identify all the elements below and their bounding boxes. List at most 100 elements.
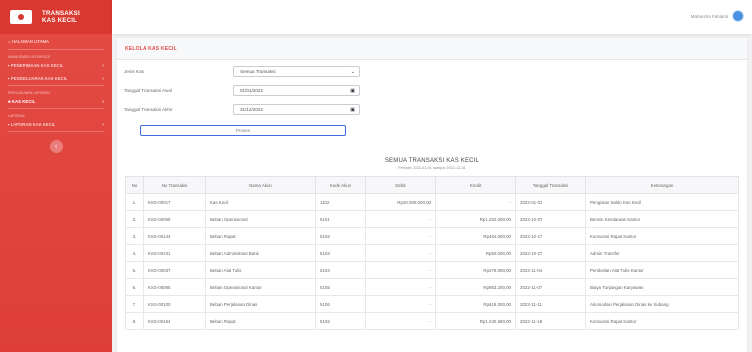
cell-debit: - xyxy=(365,210,436,228)
cell-kode-akun: 1102 xyxy=(315,193,366,211)
cell-debit: - xyxy=(365,312,436,330)
column-header[interactable]: Nama Akun xyxy=(205,176,316,194)
cell-no-transaksi: KSS-00059 xyxy=(143,210,206,228)
chevron-down-icon: ⌄ xyxy=(350,68,355,75)
cell-no-transaksi: KSS-00065 xyxy=(143,278,206,296)
start-date-value: 01/01/2022 xyxy=(240,88,263,93)
cell-debit: - xyxy=(365,261,436,279)
sidebar-item-kaskecil[interactable]: ■ KAS KECIL › xyxy=(0,95,112,108)
cell-nama-akun: Beban Rapat xyxy=(205,312,316,330)
cell-nama-akun: Beban Operasional Kantor xyxy=(205,278,316,296)
folder-icon: ■ xyxy=(8,99,11,104)
cell-kredit: Rp478.000,00 xyxy=(435,261,516,279)
cell-no: 2. xyxy=(125,210,144,228)
calendar-icon[interactable]: ▣ xyxy=(350,88,355,94)
cell-no: 5. xyxy=(125,261,144,279)
table-row: 6. KSS-00065 Beban Operasional Kantor 51… xyxy=(125,278,739,296)
column-header[interactable]: Kode Akun xyxy=(315,176,366,194)
sidebar-item-pengeluaran[interactable]: ▪ PENGELUARAN KAS KECIL › xyxy=(0,72,112,85)
column-header[interactable]: Keterangan xyxy=(585,176,739,194)
sidebar-heading: PENYUSUNAN LAPORAN xyxy=(8,91,50,95)
end-date-value: 31/12/2022 xyxy=(240,107,263,112)
table-row: 2. KSS-00059 Beban Operasional 5101 - Rp… xyxy=(125,210,739,228)
cell-keterangan: Akomodasi Perjalanan Dinas ke Subang xyxy=(585,295,739,313)
brand[interactable]: TRANSAKSI KAS KECIL xyxy=(0,0,112,34)
cell-tanggal: 2022-11-04 xyxy=(515,261,586,279)
chevron-left-icon: ‹ xyxy=(54,143,58,150)
column-header[interactable]: Kredit xyxy=(435,176,516,194)
jenis-label: Jenis Kas xyxy=(124,69,144,74)
topbar: Maharsha Febianti xyxy=(112,0,752,34)
jenis-select[interactable]: Semua Transaksi ⌄ xyxy=(233,66,360,77)
cell-tanggal: 2022-10-07 xyxy=(515,210,586,228)
cell-no-transaksi: KSS-00100 xyxy=(143,295,206,313)
chevron-right-icon: › xyxy=(102,121,104,128)
cell-no: 1. xyxy=(125,193,144,211)
page-title: KELOLA KAS KECIL xyxy=(125,45,177,52)
column-header[interactable]: No Transaksi xyxy=(143,176,206,194)
cell-kode-akun: 5105 xyxy=(315,278,366,296)
sidebar-heading: LAPORAN xyxy=(8,114,25,118)
cell-tanggal: 2022-01-01 xyxy=(515,193,586,211)
proses-button[interactable]: Proses xyxy=(140,125,346,136)
cell-tanggal: 2022-11-11 xyxy=(515,295,586,313)
table-row: 3. KSS-00144 Beban Rapat 5102 - Rp464.00… xyxy=(125,227,739,245)
cell-keterangan: Konsumsi Rapat Kantor xyxy=(585,227,739,245)
avatar[interactable] xyxy=(732,10,744,22)
cell-tanggal: 2022-10-17 xyxy=(515,227,586,245)
table-row: 1. KSS-00017 Kas Kecil 1102 Rp20.000.000… xyxy=(125,193,739,211)
sidebar-item-label: HALAMAN UTAMA xyxy=(11,39,49,44)
cell-tanggal: 2022-10-27 xyxy=(515,244,586,262)
cell-debit: - xyxy=(365,278,436,296)
end-date-input[interactable]: 31/12/2022 ▣ xyxy=(233,104,360,115)
table-row: 5. KSS-00037 Beban Alat Tulis 5104 - Rp4… xyxy=(125,261,739,279)
form-row-jenis: Jenis Kas Semua Transaksi ⌄ xyxy=(124,66,360,77)
cell-no-transaksi: KSS-00144 xyxy=(143,227,206,245)
table-header-row: No No Transaksi Nama Akun Kode Akun Debi… xyxy=(125,176,739,194)
start-date-input[interactable]: 01/01/2022 ▣ xyxy=(233,85,360,96)
cell-keterangan: Admin Transfer xyxy=(585,244,739,262)
main-card: KELOLA KAS KECIL Jenis Kas Semua Transak… xyxy=(117,38,747,352)
cell-keterangan: Biaya Tunjangan Karyawan xyxy=(585,278,739,296)
cell-nama-akun: Beban Alat Tulis xyxy=(205,261,316,279)
sidebar-item-penerimaan[interactable]: ▪ PENERIMAAN KAS KECIL › xyxy=(0,59,112,72)
cell-debit: Rp20.000.000,00 xyxy=(365,193,436,211)
cell-debit: - xyxy=(365,295,436,313)
cell-no: 7. xyxy=(125,295,144,313)
form-row-awal: Tanggal Transaksi Awal 01/01/2022 ▣ xyxy=(124,85,360,96)
chevron-right-icon: › xyxy=(102,98,104,105)
cash-icon xyxy=(10,10,32,24)
column-header[interactable]: Tanggal Transaksi xyxy=(515,176,586,194)
sidebar-item-home[interactable]: ⌂ HALAMAN UTAMA xyxy=(0,34,112,49)
cell-kredit: - xyxy=(435,193,516,211)
cell-nama-akun: Beban Administrasi Bank xyxy=(205,244,316,262)
chevron-right-icon: › xyxy=(102,62,104,69)
calendar-icon[interactable]: ▣ xyxy=(350,107,355,113)
wallet-icon: ▪ xyxy=(8,63,10,68)
jenis-select-value: Semua Transaksi xyxy=(240,69,276,74)
sidebar-item-label: LAPORAN KAS KECIL xyxy=(10,122,56,127)
cell-kode-akun: 5102 xyxy=(315,227,366,245)
sidebar-item-label: PENGELUARAN KAS KECIL xyxy=(10,76,68,81)
report-title: SEMUA TRANSAKSI KAS KECIL xyxy=(384,158,480,164)
column-header[interactable]: No xyxy=(125,176,144,194)
cell-kredit: Rp619.200,00 xyxy=(435,295,516,313)
awal-label: Tanggal Transaksi Awal xyxy=(124,88,172,93)
cell-kode-akun: 5102 xyxy=(315,312,366,330)
sidebar-item-laporan[interactable]: ▪ LAPORAN KAS KECIL › xyxy=(0,118,112,131)
column-header[interactable]: Debit xyxy=(365,176,436,194)
cell-keterangan: Pembelian Alat Tulis Kantor xyxy=(585,261,739,279)
user-name[interactable]: Maharsha Febianti xyxy=(691,14,728,19)
sidebar: TRANSAKSI KAS KECIL ⌂ HALAMAN UTAMA MANA… xyxy=(0,0,112,352)
cell-debit: - xyxy=(365,244,436,262)
cell-kode-akun: 5103 xyxy=(315,244,366,262)
table-row: 7. KSS-00100 Beban Perjalanan Dinas 5106… xyxy=(125,295,739,313)
cell-no: 3. xyxy=(125,227,144,245)
cell-kredit: Rp953.200,00 xyxy=(435,278,516,296)
cell-kredit: Rp1.040.580,00 xyxy=(435,312,516,330)
cell-no: 4. xyxy=(125,244,144,262)
sidebar-toggle-button[interactable]: ‹ xyxy=(49,140,63,153)
cell-debit: - xyxy=(365,227,436,245)
cell-tanggal: 2022-11-07 xyxy=(515,278,586,296)
brand-text: TRANSAKSI KAS KECIL xyxy=(42,10,80,25)
